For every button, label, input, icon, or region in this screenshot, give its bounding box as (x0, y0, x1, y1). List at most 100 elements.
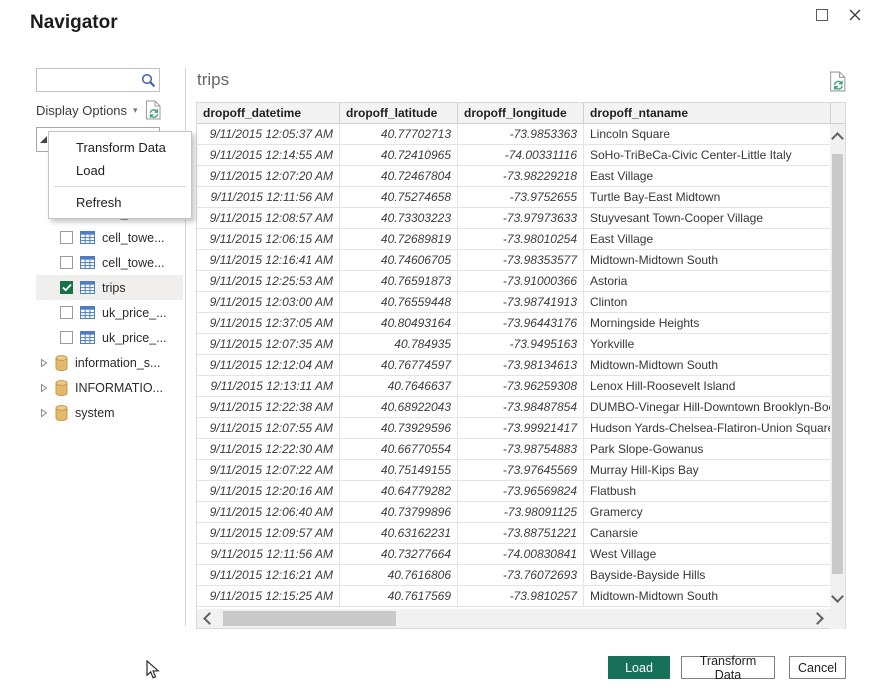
table-cell: -73.98353577 (458, 250, 584, 271)
table-header-row: dropoff_datetimedropoff_latitudedropoff_… (197, 103, 845, 124)
dialog-title: Navigator (30, 12, 118, 34)
tree-item-label: system (75, 406, 115, 420)
table-row: 9/11/2015 12:25:53 AM40.76591873-73.9100… (197, 271, 845, 292)
menu-item-refresh[interactable]: Refresh (49, 191, 191, 214)
maximize-icon (816, 9, 828, 21)
vertical-scrollbar[interactable] (830, 124, 845, 629)
display-options-label: Display Options (36, 103, 127, 118)
scroll-left-icon[interactable] (203, 612, 216, 625)
table-cell: -74.00830841 (458, 544, 584, 565)
table-cell: East Village (584, 166, 831, 187)
table-cell: Yorkville (584, 334, 831, 355)
collapse-arrow-icon[interactable] (39, 135, 48, 144)
table-cell: 9/11/2015 12:12:04 AM (197, 355, 340, 376)
tree-item-trips[interactable]: trips (36, 275, 183, 300)
table-row: 9/11/2015 12:16:21 AM40.7616806-73.76072… (197, 565, 845, 586)
table-cell: Gramercy (584, 502, 831, 523)
table-cell: -73.98487854 (458, 397, 584, 418)
column-header-dropoff-ntaname: dropoff_ntaname (584, 103, 831, 123)
scroll-down-icon[interactable] (831, 590, 844, 603)
tree-item-label: trips (102, 281, 126, 295)
table-row: 9/11/2015 12:22:38 AM40.68922043-73.9848… (197, 397, 845, 418)
table-cell: -74.00331116 (458, 145, 584, 166)
table-row: 9/11/2015 12:15:25 AM40.7617569-73.98102… (197, 586, 845, 607)
table-cell: 9/11/2015 12:25:53 AM (197, 271, 340, 292)
table-row: 9/11/2015 12:07:20 AM40.72467804-73.9822… (197, 166, 845, 187)
table-cell: -73.9810257 (458, 586, 584, 607)
checkbox-checked[interactable] (60, 281, 73, 294)
table-cell: 40.72467804 (340, 166, 458, 187)
database-icon (55, 380, 68, 396)
table-cell: -73.98134613 (458, 355, 584, 376)
table-row: 9/11/2015 12:16:41 AM40.74606705-73.9835… (197, 250, 845, 271)
cancel-button[interactable]: Cancel (789, 656, 846, 679)
column-header-dropoff-datetime: dropoff_datetime (197, 103, 340, 123)
table-cell: Stuyvesant Town-Cooper Village (584, 208, 831, 229)
checkbox-unchecked[interactable] (60, 306, 73, 319)
maximize-button[interactable] (812, 5, 832, 25)
table-cell: Flatbush (584, 481, 831, 502)
expand-arrow-icon[interactable] (40, 383, 48, 393)
table-cell: Park Slope-Gowanus (584, 439, 831, 460)
table-row: 9/11/2015 12:07:55 AM40.73929596-73.9992… (197, 418, 845, 439)
tree-item-system[interactable]: system (36, 400, 183, 425)
search-input[interactable] (37, 73, 141, 87)
transform-data-button[interactable]: Transform Data (681, 656, 775, 679)
table-cell: 40.68922043 (340, 397, 458, 418)
checkbox-unchecked[interactable] (60, 231, 73, 244)
table-cell: 9/11/2015 12:11:56 AM (197, 187, 340, 208)
table-row: 9/11/2015 12:03:00 AM40.76559448-73.9874… (197, 292, 845, 313)
table-cell: -73.88751221 (458, 523, 584, 544)
menu-item-transform-data[interactable]: Transform Data (49, 136, 191, 159)
table-cell: 9/11/2015 12:13:11 AM (197, 376, 340, 397)
scroll-right-icon[interactable] (811, 612, 824, 625)
horizontal-scrollbar-thumb[interactable] (223, 611, 396, 626)
table-row: 9/11/2015 12:37:05 AM40.80493164-73.9644… (197, 313, 845, 334)
table-cell: Turtle Bay-East Midtown (584, 187, 831, 208)
table-cell: 40.72689819 (340, 229, 458, 250)
table-cell: Canarsie (584, 523, 831, 544)
table-cell: 9/11/2015 12:06:40 AM (197, 502, 340, 523)
expand-arrow-icon[interactable] (40, 408, 48, 418)
table-row: 9/11/2015 12:22:30 AM40.66770554-73.9875… (197, 439, 845, 460)
chevron-down-icon: ▾ (133, 106, 138, 115)
column-header-dropoff-longitude: dropoff_longitude (458, 103, 584, 123)
checkbox-unchecked[interactable] (60, 256, 73, 269)
tree-item-cell-towe[interactable]: cell_towe... (36, 250, 183, 275)
table-cell: 40.63162231 (340, 523, 458, 544)
table-cell: 9/11/2015 12:08:57 AM (197, 208, 340, 229)
menu-item-load[interactable]: Load (49, 159, 191, 182)
table-row: 9/11/2015 12:12:04 AM40.76774597-73.9813… (197, 355, 845, 376)
refresh-preview-button[interactable] (829, 71, 847, 92)
tree-item-informatio[interactable]: INFORMATIO... (36, 375, 183, 400)
table-cell: 9/11/2015 12:16:21 AM (197, 565, 340, 586)
display-options-dropdown[interactable]: Display Options ▾ (36, 103, 138, 118)
table-row: 9/11/2015 12:09:57 AM40.63162231-73.8875… (197, 523, 845, 544)
table-cell: 9/11/2015 12:11:56 AM (197, 544, 340, 565)
horizontal-scrollbar[interactable] (197, 609, 830, 628)
scroll-up-icon[interactable] (831, 132, 844, 145)
table-cell: Midtown-Midtown South (584, 250, 831, 271)
table-cell: 40.72410965 (340, 145, 458, 166)
table-icon (80, 281, 95, 294)
table-cell: Lincoln Square (584, 124, 831, 145)
vertical-scrollbar-thumb[interactable] (832, 154, 843, 574)
mouse-cursor-icon (146, 660, 160, 685)
tree-item-uk-price[interactable]: uk_price_... (36, 300, 183, 325)
preview-table: dropoff_datetimedropoff_latitudedropoff_… (196, 102, 846, 629)
refresh-document-icon (829, 71, 847, 92)
tree-item-uk-price[interactable]: uk_price_... (36, 325, 183, 350)
expand-arrow-icon[interactable] (40, 358, 48, 368)
table-cell: -73.99921417 (458, 418, 584, 439)
close-button[interactable] (845, 5, 865, 25)
database-icon (55, 355, 68, 371)
tree-item-cell-towe[interactable]: cell_towe... (36, 225, 183, 250)
table-cell: -73.9752655 (458, 187, 584, 208)
table-cell: Clinton (584, 292, 831, 313)
checkbox-unchecked[interactable] (60, 331, 73, 344)
load-button[interactable]: Load (608, 656, 670, 679)
table-cell: 9/11/2015 12:07:20 AM (197, 166, 340, 187)
refresh-preview-button-sidebar[interactable] (145, 100, 162, 120)
table-row: 9/11/2015 12:06:15 AM40.72689819-73.9801… (197, 229, 845, 250)
tree-item-information-s[interactable]: information_s... (36, 350, 183, 375)
